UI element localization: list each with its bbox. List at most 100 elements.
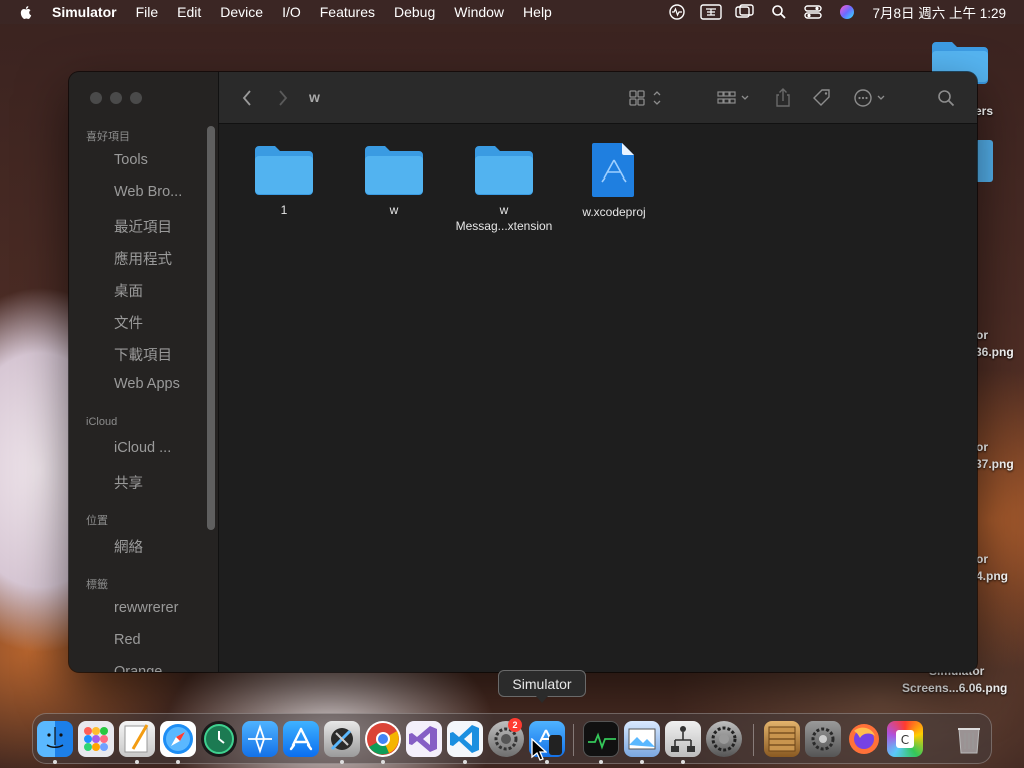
archive-utility-icon[interactable]: [764, 721, 800, 757]
sidebar-item-shared[interactable]: 共享: [114, 472, 143, 493]
file-item-xcodeproj[interactable]: w.xcodeproj: [559, 142, 669, 220]
menu-app-simulator[interactable]: Simulator: [52, 4, 117, 20]
input-method-icon[interactable]: [700, 3, 723, 21]
group-by-button[interactable]: [717, 88, 753, 108]
desktop-label: ers: [975, 104, 994, 118]
xcodeproj-icon: [592, 143, 634, 197]
group-grid-icon: [717, 91, 749, 104]
sidebar-tag-orange[interactable]: Orange: [114, 664, 162, 672]
running-indicator: [681, 760, 685, 764]
activity-monitor-icon[interactable]: [666, 3, 688, 21]
color-picker-icon[interactable]: C: [887, 721, 923, 757]
file-name-line-2: Messag...xtension: [455, 219, 553, 233]
sidebar-item-documents[interactable]: 文件: [114, 312, 143, 333]
chrome-icon[interactable]: [365, 721, 401, 757]
minimize-window-button[interactable]: [110, 92, 122, 104]
menu-features[interactable]: Features: [320, 4, 375, 20]
more-actions-button[interactable]: [854, 88, 888, 108]
running-indicator: [176, 760, 180, 764]
launchpad-icon[interactable]: [78, 721, 114, 757]
file-name: w.xcodeproj: [582, 205, 646, 219]
menu-file[interactable]: File: [136, 4, 159, 20]
folder-icon: [475, 146, 533, 195]
activity-monitor-app-icon[interactable]: [583, 721, 619, 757]
sidebar-item-applications[interactable]: 應用程式: [114, 248, 172, 269]
close-window-button[interactable]: [90, 92, 102, 104]
menu-device[interactable]: Device: [220, 4, 263, 20]
safari-icon[interactable]: [160, 721, 196, 757]
finder-toolbar: w: [219, 72, 977, 124]
control-center-icon[interactable]: [802, 3, 824, 21]
menu-edit[interactable]: Edit: [177, 4, 201, 20]
firefox-icon[interactable]: [846, 721, 882, 757]
file-name: w Messag...xtension: [449, 202, 559, 234]
system-settings-2-icon[interactable]: [706, 721, 742, 757]
pages-icon[interactable]: [119, 721, 155, 757]
dock-separator: [573, 724, 574, 756]
sidebar-item-recents[interactable]: 最近項目: [114, 216, 172, 237]
finder-window: 喜好項目 Tools Web Bro... 最近項目 應用程式 桌面 文件 下載…: [69, 72, 977, 672]
running-indicator: [340, 760, 344, 764]
icon-view-grid-icon: [629, 90, 661, 106]
running-indicator: [53, 760, 57, 764]
view-mode-button[interactable]: [629, 88, 665, 108]
sidebar-section-locations: 位置: [86, 515, 108, 527]
visual-studio-icon[interactable]: [406, 721, 442, 757]
menu-io[interactable]: I/O: [282, 4, 301, 20]
siri-icon[interactable]: [836, 3, 858, 21]
sidebar-item-web-browser[interactable]: Web Bro...: [114, 184, 182, 200]
menu-debug[interactable]: Debug: [394, 4, 435, 20]
sidebar-item-web-apps[interactable]: Web Apps: [114, 376, 180, 392]
running-indicator: [599, 760, 603, 764]
system-preferences-icon[interactable]: [805, 721, 841, 757]
search-icon: [938, 90, 955, 107]
sidebar-item-network[interactable]: 網絡: [114, 536, 143, 557]
menubar-clock[interactable]: 7月8日 週六 上午 1:29: [872, 2, 1006, 22]
sidebar-tag-rewwrerer[interactable]: rewwrerer: [114, 600, 178, 616]
search-button[interactable]: [937, 88, 955, 108]
vscode-icon[interactable]: [447, 721, 483, 757]
file-item-folder-message-extension[interactable]: w Messag...xtension: [449, 144, 559, 234]
back-button[interactable]: [241, 88, 253, 108]
forward-button[interactable]: [277, 88, 289, 108]
chevron-right-icon: [279, 90, 288, 106]
screen-mirroring-icon[interactable]: [734, 3, 756, 21]
instruments-icon[interactable]: [324, 721, 360, 757]
sidebar-scrollbar[interactable]: [207, 126, 215, 530]
file-item-folder-w[interactable]: w: [339, 144, 449, 218]
file-name: 1: [280, 203, 288, 217]
apple-menu-icon[interactable]: [18, 4, 34, 20]
running-indicator: [640, 760, 644, 764]
sidebar-item-icloud-drive[interactable]: iCloud ...: [114, 440, 171, 456]
desktop-folder-icon[interactable]: [975, 138, 995, 182]
file-name-line-1: w: [499, 203, 509, 217]
network-utility-icon[interactable]: [665, 721, 701, 757]
sidebar-tag-red[interactable]: Red: [114, 632, 141, 648]
sidebar-item-desktop[interactable]: 桌面: [114, 280, 143, 301]
finder-icon[interactable]: [37, 721, 73, 757]
sidebar-section-icloud: iCloud: [86, 416, 118, 428]
running-indicator: [463, 760, 467, 764]
svg-text:C: C: [901, 733, 909, 747]
desktop-label: 4.png: [976, 569, 1008, 583]
zoom-window-button[interactable]: [130, 92, 142, 104]
finder-content: 1 w w Messag...xtension w.xcodeproj: [219, 124, 977, 672]
running-indicator: [381, 760, 385, 764]
trash-icon[interactable]: [951, 721, 987, 757]
dock-separator: [753, 724, 754, 756]
testflight-icon[interactable]: [242, 721, 278, 757]
share-button[interactable]: [774, 88, 792, 108]
sidebar-item-tools[interactable]: Tools: [114, 152, 148, 168]
window-title: w: [309, 89, 320, 105]
file-item-folder-1[interactable]: 1: [229, 144, 339, 218]
tag-button[interactable]: [812, 88, 832, 108]
time-machine-icon[interactable]: [201, 721, 237, 757]
sidebar-item-downloads[interactable]: 下載項目: [114, 344, 172, 365]
menu-window[interactable]: Window: [454, 4, 504, 20]
menu-help[interactable]: Help: [523, 4, 552, 20]
spotlight-search-icon[interactable]: [768, 3, 790, 21]
desktop-label: Screens...6.06.png: [902, 681, 1008, 695]
preview-icon[interactable]: [624, 721, 660, 757]
app-store-icon[interactable]: [283, 721, 319, 757]
sidebar-section-tags: 標籤: [86, 579, 108, 591]
